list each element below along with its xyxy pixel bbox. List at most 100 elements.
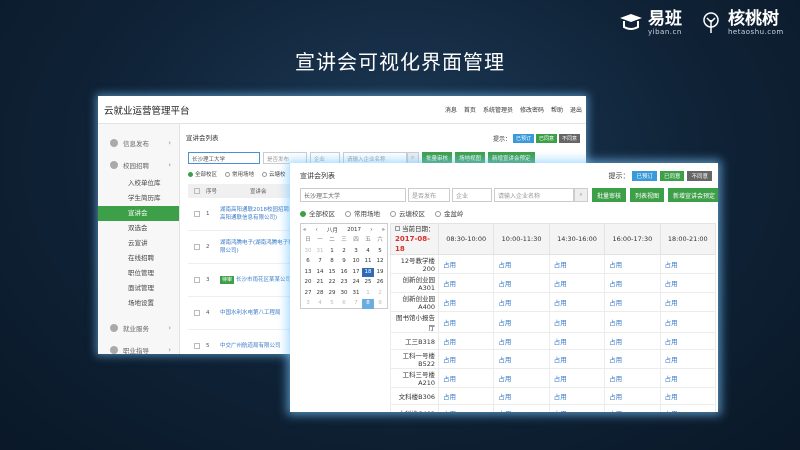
calendar-day[interactable]: 22 (326, 278, 338, 288)
nav-change-password[interactable]: 修改密码 (520, 105, 544, 114)
calendar-day[interactable]: 31 (314, 247, 326, 257)
slot-cell-occupied[interactable]: 占用 (548, 311, 606, 333)
slot-cell-occupied[interactable]: 占用 (493, 387, 550, 406)
radio-yuntang[interactable]: 云塘校 (262, 170, 286, 178)
sidebar-item-venue-settings[interactable]: 场地设置 (98, 296, 179, 311)
slot-cell-occupied[interactable]: 占用 (659, 387, 717, 406)
next-year-icon[interactable]: » (382, 227, 385, 233)
sidebar-item-online-recruit[interactable]: 在线招聘 (98, 251, 179, 266)
sidebar-item-cloud-seminar[interactable]: 云宣讲 (98, 236, 179, 251)
month-select[interactable]: 八月 (327, 226, 338, 234)
row-checkbox[interactable] (194, 277, 200, 283)
slot-cell-occupied[interactable]: 占用 (493, 292, 550, 312)
prev-year-icon[interactable]: « (303, 227, 306, 233)
slot-cell-occupied[interactable]: 占用 (548, 404, 606, 412)
slot-cell-occupied[interactable]: 占用 (493, 311, 550, 333)
year-select[interactable]: 2017 (347, 227, 361, 233)
slot-cell-occupied[interactable]: 占用 (548, 292, 606, 312)
slot-cell-occupied[interactable]: 占用 (659, 404, 717, 412)
calendar-day[interactable]: 23 (338, 278, 350, 288)
list-view-button[interactable]: 列表视图 (630, 188, 665, 202)
school-search-input[interactable]: 长沙理工大学 (300, 188, 406, 202)
calendar-day[interactable]: 7 (314, 257, 326, 267)
row-checkbox[interactable] (194, 310, 200, 316)
slot-cell-occupied[interactable]: 占用 (659, 292, 717, 312)
slot-cell-occupied[interactable]: 占用 (604, 331, 661, 351)
slot-cell-occupied[interactable]: 占用 (604, 368, 661, 389)
calendar-day[interactable]: 19 (374, 268, 386, 278)
slot-cell-occupied[interactable]: 占用 (437, 331, 495, 351)
sidebar-item-seminars[interactable]: 宣讲会 (98, 206, 179, 221)
row-title[interactable]: 长沙市雨花区某某公司 (236, 277, 291, 283)
next-month-icon[interactable]: › (370, 227, 372, 233)
slot-cell-occupied[interactable]: 占用 (604, 273, 661, 293)
sidebar-item-companies[interactable]: 入校单位库 (98, 176, 179, 191)
calendar-day[interactable]: 16 (338, 268, 350, 278)
calendar-day[interactable]: 3 (302, 299, 314, 309)
calendar-day[interactable]: 13 (302, 268, 314, 278)
calendar-day[interactable]: 10 (350, 257, 362, 267)
slot-cell-occupied[interactable]: 占用 (493, 404, 550, 412)
slot-cell-occupied[interactable]: 占用 (659, 349, 717, 370)
slot-cell-occupied[interactable]: 占用 (659, 311, 717, 333)
sidebar-item-interviews[interactable]: 面试管理 (98, 281, 179, 296)
calendar-day[interactable]: 2 (374, 289, 386, 299)
slot-cell-occupied[interactable]: 占用 (548, 331, 606, 351)
calendar-day[interactable]: 30 (302, 247, 314, 257)
calendar-day[interactable]: 15 (326, 268, 338, 278)
row-checkbox[interactable] (194, 343, 200, 349)
sidebar-group-info[interactable]: 信息发布 › (98, 132, 179, 154)
slot-cell-occupied[interactable]: 占用 (437, 254, 495, 274)
slot-cell-occupied[interactable]: 占用 (548, 349, 606, 370)
slot-cell-occupied[interactable]: 占用 (659, 273, 717, 293)
slot-cell-occupied[interactable]: 占用 (548, 273, 606, 293)
slot-cell-occupied[interactable]: 占用 (604, 254, 661, 274)
nav-messages[interactable]: 消息 (445, 105, 457, 114)
sidebar-item-resumes[interactable]: 学生简历库 (98, 191, 179, 206)
slot-cell-occupied[interactable]: 占用 (437, 349, 495, 370)
slot-cell-occupied[interactable]: 占用 (437, 311, 495, 333)
company-type-select[interactable]: 企业 (452, 188, 492, 202)
slot-cell-occupied[interactable]: 占用 (604, 292, 661, 312)
calendar-day[interactable]: 29 (326, 289, 338, 299)
calendar-day[interactable]: 1 (362, 289, 374, 299)
radio-all-campus[interactable]: 全部校区 (188, 170, 217, 178)
calendar-day[interactable]: 9 (338, 257, 350, 267)
slot-cell-occupied[interactable]: 占用 (604, 349, 661, 370)
calendar-day[interactable]: 27 (302, 289, 314, 299)
select-all-checkbox[interactable] (194, 188, 200, 194)
row-checkbox[interactable] (194, 244, 200, 250)
calendar-day[interactable]: 28 (314, 289, 326, 299)
publish-select[interactable]: 是否发布 (408, 188, 450, 202)
calendar-day[interactable]: 8 (362, 299, 374, 309)
calendar-day[interactable]: 30 (338, 289, 350, 299)
calendar-day[interactable]: 3 (350, 247, 362, 257)
slot-cell-occupied[interactable]: 占用 (659, 331, 717, 351)
calendar-day[interactable]: 2 (338, 247, 350, 257)
slot-cell-occupied[interactable]: 占用 (604, 311, 661, 333)
calendar-day[interactable]: 11 (362, 257, 374, 267)
slot-cell-occupied[interactable]: 占用 (493, 254, 550, 274)
calendar-day[interactable]: 4 (314, 299, 326, 309)
calendar-day[interactable]: 9 (374, 299, 386, 309)
school-search-input[interactable]: 长沙理工大学 (188, 152, 260, 164)
calendar-day[interactable]: 20 (302, 278, 314, 288)
calendar-day[interactable]: 26 (374, 278, 386, 288)
calendar-day[interactable]: 24 (350, 278, 362, 288)
slot-cell-occupied[interactable]: 占用 (548, 254, 606, 274)
slot-cell-occupied[interactable]: 占用 (604, 404, 661, 412)
calendar-day[interactable]: 1 (326, 247, 338, 257)
radio-common-venues[interactable]: 常用场地 (225, 170, 254, 178)
calendar-day[interactable]: 4 (362, 247, 374, 257)
slot-cell-occupied[interactable]: 占用 (437, 273, 495, 293)
calendar-day[interactable]: 25 (362, 278, 374, 288)
calendar-day[interactable]: 21 (314, 278, 326, 288)
slot-cell-occupied[interactable]: 占用 (437, 368, 495, 389)
slot-cell-occupied[interactable]: 占用 (548, 387, 606, 406)
slot-cell-occupied[interactable]: 占用 (604, 387, 661, 406)
search-icon[interactable]: ⌕ (574, 188, 588, 202)
row-checkbox[interactable] (194, 211, 200, 217)
calendar-day[interactable]: 18 (362, 267, 374, 277)
add-booking-button[interactable]: 新增宣讲会预定 (668, 188, 718, 202)
nav-home[interactable]: 首页 (464, 105, 476, 114)
